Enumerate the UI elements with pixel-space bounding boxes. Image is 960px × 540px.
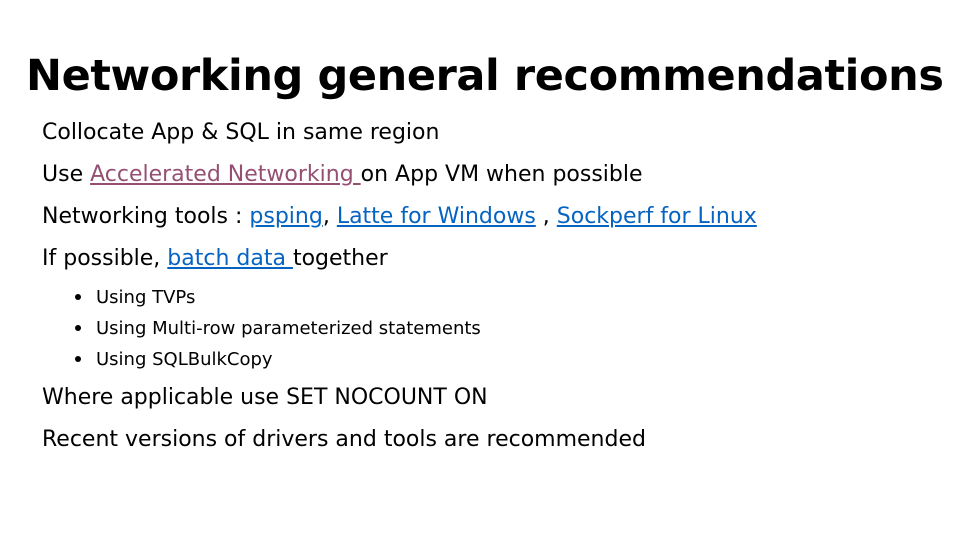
bullet-prefix: Use <box>42 162 91 187</box>
sub-bullet-list: Using TVPs Using Multi-row parameterized… <box>42 282 757 375</box>
bullet-suffix: together <box>292 246 388 271</box>
bullet-recent-versions: Recent versions of drivers and tools are… <box>42 427 646 452</box>
batch-data-link[interactable]: batch data <box>167 246 293 271</box>
bullet-networking-tools: Networking tools : psping, Latte for Win… <box>42 200 757 234</box>
sub-bullet-bulkcopy: Using SQLBulkCopy <box>42 344 757 375</box>
accelerated-networking-link[interactable]: Accelerated Networking <box>90 162 361 187</box>
bullet-collocate: Collocate App & SQL in same region <box>42 120 440 145</box>
bullet-list: Collocate App & SQL in same region Use A… <box>42 116 757 465</box>
slide: Networking general recommendations Collo… <box>0 0 960 540</box>
sub-bullet-group: Using TVPs Using Multi-row parameterized… <box>42 282 757 375</box>
psping-link[interactable]: psping <box>249 204 322 229</box>
sub-bullet-text: Using TVPs <box>96 287 196 308</box>
bullet-dot-icon <box>75 294 81 300</box>
latte-for-windows-link[interactable]: Latte for Windows <box>337 204 536 229</box>
separator: , <box>322 204 337 229</box>
bullet-prefix: Networking tools : <box>42 204 250 229</box>
sub-bullet-multirow: Using Multi-row parameterized statements <box>42 313 757 344</box>
sockperf-for-linux-link[interactable]: Sockperf for Linux <box>557 204 757 229</box>
sub-bullet-tvps: Using TVPs <box>42 282 757 313</box>
sub-bullet-text: Using Multi-row parameterized statements <box>96 318 481 339</box>
bullet-dot-icon <box>75 356 81 362</box>
bullet-dot-icon <box>75 325 81 331</box>
slide-title: Networking general recommendations <box>26 51 944 101</box>
bullet-nocount: Where applicable use SET NOCOUNT ON <box>42 385 488 410</box>
bullet-prefix: If possible, <box>42 246 168 271</box>
sub-bullet-text: Using SQLBulkCopy <box>96 349 273 370</box>
separator: , <box>535 204 557 229</box>
bullet-suffix: on App VM when possible <box>360 162 643 187</box>
bullet-batch-data: If possible, batch data together <box>42 242 757 276</box>
bullet-accelerated-networking: Use Accelerated Networking on App VM whe… <box>42 158 757 192</box>
